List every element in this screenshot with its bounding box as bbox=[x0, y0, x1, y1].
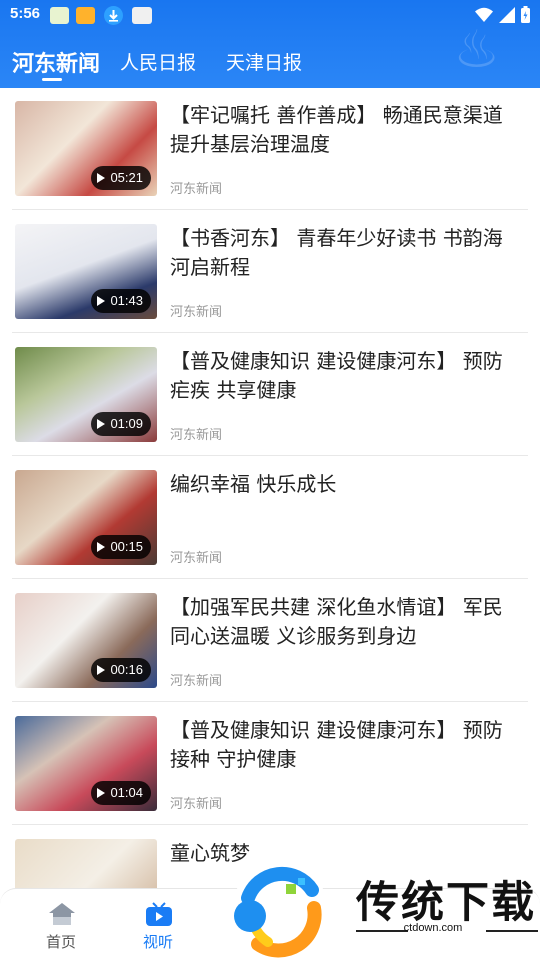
news-source: 河东新闻 bbox=[170, 797, 223, 812]
video-thumbnail[interactable]: 00:15 bbox=[15, 470, 157, 565]
video-thumbnail[interactable] bbox=[15, 839, 157, 888]
signal-icon bbox=[499, 6, 515, 23]
divider bbox=[12, 332, 528, 333]
news-source: 河东新闻 bbox=[170, 551, 223, 566]
watermark-line-right bbox=[486, 930, 538, 932]
news-list: 05:21 【牢记嘱托 善作善成】 畅通民意渠道 提升基层治理温度 河东新闻 0… bbox=[0, 88, 540, 888]
play-icon bbox=[97, 542, 106, 552]
play-icon bbox=[97, 296, 106, 306]
divider bbox=[12, 824, 528, 825]
news-title[interactable]: 【牢记嘱托 善作善成】 畅通民意渠道 提升基层治理温度 bbox=[170, 101, 520, 159]
notification-app-icon bbox=[132, 7, 152, 24]
header: ♨ 5:56 河东新闻 人民日报 天津日报 bbox=[0, 0, 540, 88]
divider bbox=[12, 701, 528, 702]
tab-tianjin-daily[interactable]: 天津日报 bbox=[226, 48, 302, 75]
news-source: 河东新闻 bbox=[170, 305, 223, 320]
battery-icon bbox=[521, 6, 530, 23]
news-title[interactable]: 【书香河东】 青春年少好读书 书韵海河启新程 bbox=[170, 224, 520, 282]
video-duration: 01:09 bbox=[91, 412, 151, 436]
nav-home[interactable]: 首页 bbox=[31, 901, 91, 952]
video-duration: 00:16 bbox=[91, 658, 151, 682]
news-item[interactable]: 05:21 【牢记嘱托 善作善成】 畅通民意渠道 提升基层治理温度 河东新闻 bbox=[12, 88, 528, 210]
news-source: 河东新闻 bbox=[170, 182, 223, 197]
divider bbox=[12, 578, 528, 579]
play-icon bbox=[97, 419, 106, 429]
duration-text: 01:09 bbox=[110, 416, 143, 431]
video-thumbnail[interactable]: 01:09 bbox=[15, 347, 157, 442]
news-title[interactable]: 编织幸福 快乐成长 bbox=[170, 470, 520, 499]
tab-hedong-news[interactable]: 河东新闻 bbox=[12, 46, 100, 78]
tab-peoples-daily[interactable]: 人民日报 bbox=[120, 48, 196, 75]
notification-app-icon bbox=[50, 7, 69, 24]
news-item[interactable]: 00:16 【加强军民共建 深化鱼水情谊】 军民同心送温暖 义诊服务到身边 河东… bbox=[12, 580, 528, 702]
status-time: 5:56 bbox=[10, 5, 41, 22]
video-duration: 00:15 bbox=[91, 535, 151, 559]
news-item[interactable]: 01:09 【普及健康知识 建设健康河东】 预防疟疾 共享健康 河东新闻 bbox=[12, 334, 528, 456]
video-thumbnail[interactable]: 00:16 bbox=[15, 593, 157, 688]
watermark-banner[interactable]: 传统下载 ctdown.com bbox=[228, 850, 540, 960]
video-thumbnail[interactable]: 01:43 bbox=[15, 224, 157, 319]
play-icon bbox=[97, 788, 106, 798]
active-tab-indicator bbox=[42, 78, 62, 81]
news-source: 河东新闻 bbox=[170, 674, 223, 689]
video-duration: 05:21 bbox=[91, 166, 151, 190]
news-item[interactable]: 01:04 【普及健康知识 建设健康河东】 预防接种 守护健康 河东新闻 bbox=[12, 703, 528, 825]
duration-text: 00:16 bbox=[110, 662, 143, 677]
duration-text: 01:04 bbox=[110, 785, 143, 800]
watermark-logo bbox=[228, 858, 332, 962]
duration-text: 01:43 bbox=[110, 293, 143, 308]
wifi-icon bbox=[475, 7, 493, 22]
play-icon bbox=[97, 665, 106, 675]
nav-media-label: 视听 bbox=[142, 933, 173, 951]
news-item[interactable]: 01:43 【书香河东】 青春年少好读书 书韵海河启新程 河东新闻 bbox=[12, 211, 528, 333]
tv-icon bbox=[144, 901, 172, 927]
divider bbox=[12, 455, 528, 456]
duration-text: 00:15 bbox=[110, 539, 143, 554]
notification-app-icon bbox=[76, 7, 95, 24]
download-icon bbox=[104, 6, 123, 25]
news-title[interactable]: 【加强军民共建 深化鱼水情谊】 军民同心送温暖 义诊服务到身边 bbox=[170, 593, 520, 651]
video-duration: 01:43 bbox=[91, 289, 151, 313]
play-icon bbox=[97, 173, 106, 183]
nav-media[interactable]: 视听 bbox=[128, 901, 188, 952]
divider bbox=[12, 209, 528, 210]
news-title[interactable]: 【普及健康知识 建设健康河东】 预防疟疾 共享健康 bbox=[170, 347, 520, 405]
duration-text: 05:21 bbox=[110, 170, 143, 185]
home-icon bbox=[47, 901, 75, 927]
video-thumbnail[interactable]: 05:21 bbox=[15, 101, 157, 196]
status-bar: 5:56 bbox=[0, 0, 540, 30]
news-title[interactable]: 【普及健康知识 建设健康河东】 预防接种 守护健康 bbox=[170, 716, 520, 774]
watermark-brand: 传统下载 bbox=[356, 878, 536, 928]
video-thumbnail[interactable]: 01:04 bbox=[15, 716, 157, 811]
news-item[interactable]: 00:15 编织幸福 快乐成长 河东新闻 bbox=[12, 457, 528, 579]
nav-home-label: 首页 bbox=[45, 933, 76, 951]
news-source: 河东新闻 bbox=[170, 428, 223, 443]
video-duration: 01:04 bbox=[91, 781, 151, 805]
watermark-domain: ctdown.com bbox=[403, 922, 463, 934]
